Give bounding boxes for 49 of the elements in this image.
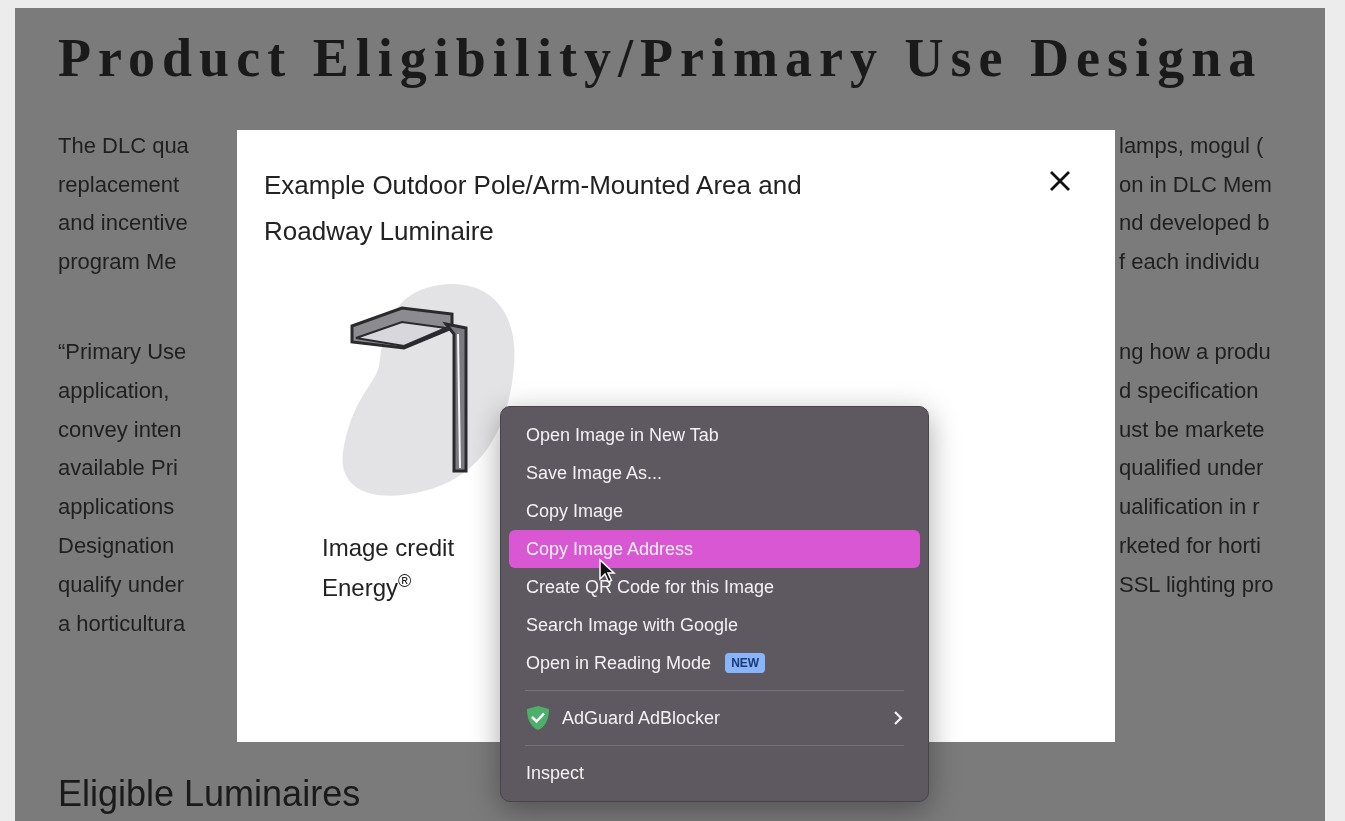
menu-item[interactable]: Save Image As... [509,454,920,492]
paragraph-fragment: application, [58,376,170,405]
image-caption: Image credit [322,533,455,563]
paragraph-fragment: d specification [1119,376,1260,405]
new-badge: NEW [725,653,766,673]
paragraph-fragment: Designation [58,532,175,561]
menu-item[interactable]: Create QR Code for this Image [509,568,920,606]
menu-item-label: Copy Image [526,499,624,523]
menu-item[interactable]: Open Image in New Tab [509,416,920,454]
paragraph-fragment: “Primary Use [58,338,187,367]
image-caption: Energy$^{®}$ [322,570,412,603]
menu-item[interactable]: Search Image with Google [509,606,920,644]
paragraph-fragment: a horticultura [58,609,186,638]
paragraph-fragment: available Pri [58,454,178,483]
paragraph-fragment: ust be markete [1119,415,1266,444]
paragraph-fragment: The DLC qua [58,131,189,160]
paragraph-fragment: ng how a produ [1119,338,1272,367]
paragraph-fragment: qualified under [1119,454,1265,483]
paragraph-fragment: ualification in r [1119,493,1261,522]
paragraph-fragment: convey inten [58,415,182,444]
page-heading: Product Eligibility/Primary Use Designa [58,27,1264,90]
paragraph-fragment: lamps, mogul ( [1119,131,1265,160]
menu-item-label: Copy Image Address [526,537,694,561]
menu-item[interactable]: AdGuard AdBlocker [509,699,920,737]
menu-item-label: Open in Reading Mode [526,651,712,675]
menu-item-label: Create QR Code for this Image [526,575,775,599]
paragraph-fragment: on in DLC Mem [1119,170,1273,199]
menu-item-label: Inspect [526,761,585,785]
close-icon[interactable] [1049,170,1071,192]
menu-item[interactable]: Inspect [509,754,920,792]
paragraph-fragment: applications [58,493,175,522]
paragraph-fragment: and incentive [58,209,188,238]
section-heading: Eligible Luminaires [58,771,361,816]
paragraph-fragment: SSL lighting pro [1119,570,1275,599]
paragraph-fragment: f each individu [1119,248,1261,277]
modal-title: Example Outdoor Pole/Arm-Mounted Area and Roadway Luminaire [264,169,803,248]
menu-item[interactable]: Copy Image [509,492,920,530]
menu-item-label: Save Image As... [526,461,663,485]
menu-item-label: AdGuard AdBlocker [562,706,721,730]
menu-item[interactable]: Open in Reading Mode NEW [509,644,920,682]
paragraph-fragment: replacement [58,170,180,199]
chevron-right-icon [893,710,903,726]
paragraph-fragment: nd developed b [1119,209,1271,238]
paragraph-fragment: program Me [58,248,177,277]
menu-item-label: Search Image with Google [526,613,739,637]
shield-check-icon [526,705,550,731]
paragraph-fragment: rketed for horti [1119,532,1262,561]
menu-item-label: Open Image in New Tab [526,423,719,447]
paragraph-fragment: qualify under [58,570,184,599]
